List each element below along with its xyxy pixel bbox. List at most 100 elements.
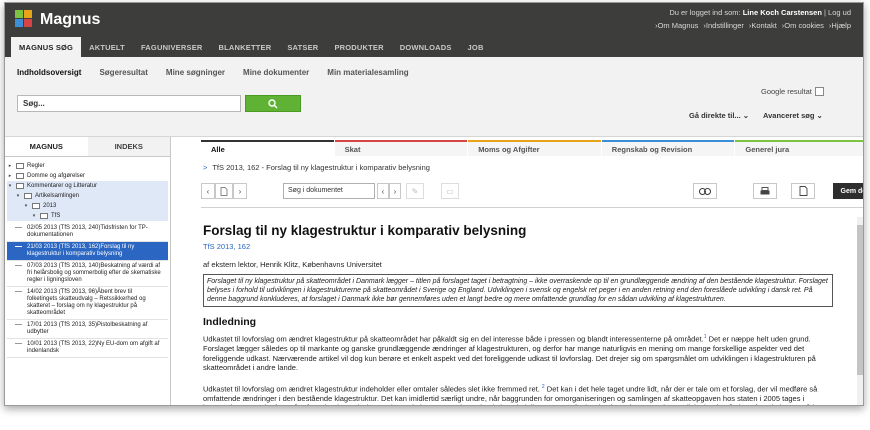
list-item[interactable]: 07/03 2013 (TfS 2013, 140)Beskatning af … xyxy=(7,261,168,287)
subnav-mine-soegninger[interactable]: Mine søgninger xyxy=(166,68,225,77)
nav-satser[interactable]: SATSER xyxy=(279,37,326,57)
toolbar-divider xyxy=(201,207,863,208)
paragraph-2: Udkastet til lovforslag om ændret klages… xyxy=(203,383,821,406)
left-panel: MAGNUS INDEKS ▸ Regler ▸ Domme og afgøre… xyxy=(5,137,171,405)
breadcrumb: > TfS 2013, 162 - Forslag til ny klagest… xyxy=(203,163,430,172)
tree-node-domme[interactable]: ▸ Domme og afgørelser xyxy=(7,171,168,181)
search-icon xyxy=(268,98,278,109)
collapse-arrow-icon[interactable]: ▾ xyxy=(23,203,29,209)
expand-arrow-icon[interactable]: ▸ xyxy=(7,173,13,179)
search-area: Søg... Google resultat Gå direkte til...… xyxy=(5,87,863,137)
collapse-arrow-icon[interactable]: ▾ xyxy=(7,183,13,189)
document-search-input[interactable]: Søg i dokumentet xyxy=(283,183,375,199)
breadcrumb-text[interactable]: TfS 2013, 162 - Forslag til ny klagestru… xyxy=(212,163,430,172)
subnav-min-materialesamling[interactable]: Min materialesamling xyxy=(327,68,408,77)
chevron-down-icon: ⌄ xyxy=(742,111,750,120)
tree-node-tfs[interactable]: ▾ TfS xyxy=(7,211,168,221)
folder-icon xyxy=(16,163,24,169)
folder-icon xyxy=(16,183,24,189)
nav-faguniverser[interactable]: FAGUNIVERSER xyxy=(133,37,211,57)
highlight-button[interactable]: ✎ xyxy=(406,183,424,199)
tree-node-artikelsamlingen[interactable]: ▾ Artikelsamlingen xyxy=(7,191,168,201)
pdf-icon xyxy=(799,186,807,196)
tab-moms-og-afgifter[interactable]: Moms og Afgifter xyxy=(468,140,601,156)
print-icon xyxy=(760,186,770,194)
expand-arrow-icon[interactable]: ▸ xyxy=(7,163,13,169)
folder-icon xyxy=(24,193,32,199)
tab-magnus[interactable]: MAGNUS xyxy=(5,137,88,156)
paragraph-1: Udkastet til lovforslag om ændret klages… xyxy=(203,334,816,372)
goto-dropdown[interactable]: Gå direkte til... ⌄ xyxy=(689,111,749,120)
nav-magnus-soeg[interactable]: MAGNUS SØG xyxy=(11,37,82,57)
subnav-soegeresultat[interactable]: Søgeresultat xyxy=(99,68,147,77)
subnav-indholdsoversigt[interactable]: Indholdsoversigt xyxy=(17,68,81,77)
forward-button[interactable]: › xyxy=(233,183,247,199)
list-item[interactable]: 10/01 2013 (TfS 2013, 22)Ny EU-dom om af… xyxy=(7,339,168,358)
document-icon-button[interactable] xyxy=(215,183,233,199)
logout-link[interactable]: Log ud xyxy=(828,8,851,17)
tree-node-regler[interactable]: ▸ Regler xyxy=(7,161,168,171)
tree-node-kommentarer[interactable]: ▾ Kommentarer og Litteratur xyxy=(7,181,168,191)
save-document-button[interactable]: Gem dokument xyxy=(833,183,863,199)
nav-job[interactable]: JOB xyxy=(460,37,492,57)
nav-aktuelt[interactable]: AKTUELT xyxy=(81,37,133,57)
document-abstract: Forslaget til ny klagestruktur på skatte… xyxy=(203,274,833,307)
nav-downloads[interactable]: DOWNLOADS xyxy=(392,37,460,57)
collapse-arrow-icon[interactable]: ▾ xyxy=(31,213,37,219)
main-nav: MAGNUS SØG AKTUELT FAGUNIVERSER BLANKETT… xyxy=(5,37,863,57)
document-scrollbar[interactable] xyxy=(857,217,863,405)
folder-icon xyxy=(32,203,40,209)
top-header: Magnus Du er logget ind som: Line Koch C… xyxy=(5,3,863,37)
link-hjaelp[interactable]: ›Hjælp xyxy=(829,21,851,30)
search-button[interactable] xyxy=(245,95,301,112)
tree-node-2013[interactable]: ▾ 2013 xyxy=(7,201,168,211)
document-title: Forslag til ny klagestruktur i komparati… xyxy=(203,223,527,238)
list-item-selected[interactable]: 21/03 2013 (TfS 2013, 162)Forslag til ny… xyxy=(7,242,168,261)
tab-skat[interactable]: Skat xyxy=(334,140,468,156)
google-result-label: Google resultat xyxy=(761,87,812,96)
tab-indeks[interactable]: INDEKS xyxy=(87,137,170,156)
search-prev-button[interactable]: ‹ xyxy=(377,183,389,199)
collapse-arrow-icon[interactable]: ▾ xyxy=(15,193,21,199)
tree-node-label: 2013 xyxy=(43,203,57,209)
document-author: af ekstern lektor, Henrik Klitz, Københa… xyxy=(203,260,382,269)
user-links: ›Om Magnus ›Indstillinger ›Kontakt ›Om c… xyxy=(655,21,851,30)
link-indstillinger[interactable]: ›Indstillinger xyxy=(703,21,743,30)
tree-node-label: Artikelsamlingen xyxy=(35,193,80,199)
search-next-button[interactable]: › xyxy=(389,183,401,199)
category-tabs: Alle Skat Moms og Afgifter Regnskab og R… xyxy=(201,140,863,156)
list-item[interactable]: 02/05 2013 (TfS 2013, 240)Tidsfristen fo… xyxy=(7,223,168,242)
nav-blanketter[interactable]: BLANKETTER xyxy=(211,37,280,57)
nav-produkter[interactable]: PRODUKTER xyxy=(326,37,391,57)
section-heading: Indledning xyxy=(203,316,257,328)
link-icon xyxy=(699,187,711,195)
magnus-logo[interactable]: Magnus xyxy=(15,9,100,31)
logo-mark-icon xyxy=(15,10,35,30)
sub-nav: Indholdsoversigt Søgeresultat Mine søgni… xyxy=(5,57,863,87)
back-button[interactable]: ‹ xyxy=(201,183,215,199)
google-result-checkbox[interactable] xyxy=(814,87,824,96)
search-input[interactable]: Søg... xyxy=(17,95,241,112)
tree-node-label: Domme og afgørelser xyxy=(27,173,86,179)
link-om-cookies[interactable]: ›Om cookies xyxy=(782,21,824,30)
google-result-toggle[interactable]: Google resultat xyxy=(761,87,824,96)
tab-generel-jura[interactable]: Generel jura xyxy=(735,140,863,156)
advanced-search-dropdown[interactable]: Avanceret søg ⌄ xyxy=(763,111,823,120)
chevron-down-icon: ⌄ xyxy=(816,111,823,120)
pdf-button[interactable] xyxy=(791,183,815,199)
link-om-magnus[interactable]: ›Om Magnus xyxy=(655,21,698,30)
scrollbar-thumb[interactable] xyxy=(857,225,863,375)
tab-alle[interactable]: Alle xyxy=(201,140,334,156)
tab-regnskab-og-revision[interactable]: Regnskab og Revision xyxy=(601,140,735,156)
document-reference[interactable]: TfS 2013, 162 xyxy=(203,242,833,251)
link-kontakt[interactable]: ›Kontakt xyxy=(749,21,777,30)
subnav-mine-dokumenter[interactable]: Mine dokumenter xyxy=(243,68,309,77)
document-list: 02/05 2013 (TfS 2013, 240)Tidsfristen fo… xyxy=(7,223,168,358)
comment-button[interactable]: ▭ xyxy=(441,183,459,199)
list-item[interactable]: 17/01 2013 (TfS 2013, 35)Pistolbeskatnin… xyxy=(7,320,168,339)
tree-node-label: Kommentarer og Litteratur xyxy=(27,183,98,189)
link-button[interactable] xyxy=(693,183,717,199)
print-button[interactable] xyxy=(753,183,777,199)
list-item[interactable]: 14/02 2013 (TfS 2013, 96)Åbent brev til … xyxy=(7,287,168,320)
tree-node-label: Regler xyxy=(27,163,45,169)
